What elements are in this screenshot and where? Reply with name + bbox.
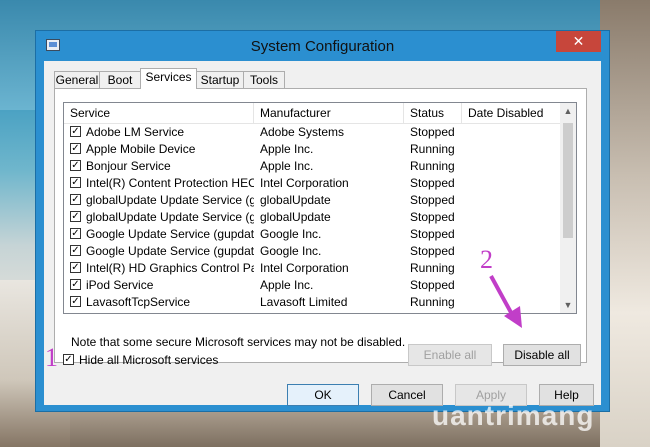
- service-checkbox[interactable]: ✓: [70, 313, 81, 314]
- tab-general[interactable]: General: [54, 71, 100, 88]
- service-row[interactable]: ✓ globalUpdate Update Service (gl... globa…: [64, 192, 561, 209]
- system-configuration-window: System Configuration ✕ General Boot Serv…: [35, 30, 610, 412]
- service-checkbox[interactable]: ✓: [70, 279, 81, 290]
- service-name: Intel(R) Content Protection HEC...: [86, 176, 254, 190]
- service-status: Stopped: [410, 210, 455, 224]
- dialog-client-area: General Boot Services Startup Tools Serv…: [44, 61, 601, 406]
- service-name: globalUpdate Update Service (gl...: [86, 193, 254, 207]
- service-manufacturer: Intel Corporation: [260, 261, 349, 275]
- service-checkbox[interactable]: ✓: [70, 245, 81, 256]
- annotation-number-1: 1: [45, 343, 58, 372]
- service-checkbox[interactable]: ✓: [70, 177, 81, 188]
- service-manufacturer: Intel Corporation: [260, 176, 349, 190]
- service-manufacturer: Apple Inc.: [260, 142, 314, 156]
- hide-microsoft-services-checkbox[interactable]: ✓: [63, 354, 74, 365]
- service-status: Stopped: [410, 278, 455, 292]
- service-name: globalUpdate Update Service (gl...: [86, 210, 254, 224]
- service-status: Running: [410, 295, 455, 309]
- vertical-scrollbar[interactable]: ▲ ▼: [560, 103, 576, 313]
- service-status: Running: [410, 142, 455, 156]
- tab-startup[interactable]: Startup: [196, 71, 244, 88]
- ok-button[interactable]: OK: [287, 384, 359, 406]
- service-manufacturer: globalUpdate: [260, 210, 331, 224]
- service-checkbox[interactable]: ✓: [70, 160, 81, 171]
- service-name: iPod Service: [86, 278, 154, 292]
- service-manufacturer: Apple Inc.: [260, 278, 314, 292]
- service-row[interactable]: ✓ Google Update Service (gupdate) Google I…: [64, 226, 561, 243]
- list-header: Service Manufacturer Status Date Disable…: [64, 103, 561, 124]
- service-status: Running: [410, 159, 455, 173]
- service-manufacturer: globalUpdate: [260, 193, 331, 207]
- scroll-up-arrow-icon[interactable]: ▲: [560, 103, 576, 119]
- annotation-arrow-icon: [489, 275, 522, 328]
- service-row[interactable]: ✓ Intel(R) Content Protection HEC... Intel…: [64, 175, 561, 192]
- service-name: Adobe LM Service: [86, 125, 185, 139]
- service-checkbox[interactable]: ✓: [70, 126, 81, 137]
- service-row[interactable]: ✓ Adobe LM Service Adobe Systems Stopped: [64, 124, 561, 141]
- service-name: Google Update Service (gupdate): [86, 227, 254, 241]
- service-status: Stopped: [410, 244, 455, 258]
- service-checkbox[interactable]: ✓: [70, 211, 81, 222]
- service-name: Google Update Service (gupdatem): [86, 244, 254, 258]
- service-checkbox[interactable]: ✓: [70, 194, 81, 205]
- scrollbar-thumb[interactable]: [563, 123, 573, 238]
- service-name: LavasoftTcpService: [86, 295, 191, 309]
- column-header-service[interactable]: Service: [64, 103, 254, 123]
- tab-boot[interactable]: Boot: [99, 71, 141, 88]
- column-header-status[interactable]: Status: [404, 103, 462, 123]
- scroll-down-arrow-icon[interactable]: ▼: [560, 297, 576, 313]
- window-title: System Configuration: [250, 38, 395, 55]
- service-status: Stopped: [410, 125, 455, 139]
- secure-services-note: Note that some secure Microsoft services…: [71, 335, 406, 349]
- service-checkbox[interactable]: ✓: [70, 228, 81, 239]
- service-manufacturer: Google Inc.: [260, 244, 322, 258]
- service-row[interactable]: ✓ globalUpdate Update Service (gl... globa…: [64, 209, 561, 226]
- tab-tools[interactable]: Tools: [243, 71, 285, 88]
- service-checkbox[interactable]: ✓: [70, 296, 81, 307]
- disable-all-button[interactable]: Disable all: [503, 344, 581, 366]
- watermark-text: uantrimang: [432, 400, 595, 431]
- title-bar[interactable]: System Configuration ✕: [36, 31, 609, 61]
- service-status: Running: [410, 261, 455, 275]
- service-name: Intel(R) HD Graphics Control Pa...: [86, 261, 254, 275]
- service-row[interactable]: ✓ Bonjour Service Apple Inc. Running: [64, 158, 561, 175]
- service-status: Stopped: [410, 227, 455, 241]
- service-status: Stopped: [410, 193, 455, 207]
- hide-microsoft-services-label: Hide all Microsoft services: [79, 353, 219, 367]
- service-checkbox[interactable]: ✓: [70, 143, 81, 154]
- service-row[interactable]: ✓ Apple Mobile Device Apple Inc. Running: [64, 141, 561, 158]
- service-manufacturer: Google Inc.: [260, 227, 322, 241]
- service-status: Stopped: [410, 176, 455, 190]
- service-name: Bonjour Service: [86, 159, 171, 173]
- column-header-manufacturer[interactable]: Manufacturer: [254, 103, 404, 123]
- service-manufacturer: IObit: [260, 311, 404, 313]
- service-name: LiveUpdate: [86, 311, 254, 313]
- service-manufacturer: Apple Inc.: [260, 159, 314, 173]
- service-manufacturer: Lavasoft Limited: [260, 295, 348, 309]
- column-header-date-disabled[interactable]: Date Disabled: [462, 103, 561, 123]
- close-button[interactable]: ✕: [556, 31, 601, 52]
- annotation-number-2: 2: [480, 245, 493, 274]
- service-checkbox[interactable]: ✓: [70, 262, 81, 273]
- service-manufacturer: Adobe Systems: [260, 125, 345, 139]
- service-status: Running: [410, 311, 462, 313]
- enable-all-button[interactable]: Enable all: [408, 344, 492, 366]
- tab-services[interactable]: Services: [140, 68, 197, 89]
- service-name: Apple Mobile Device: [86, 142, 196, 156]
